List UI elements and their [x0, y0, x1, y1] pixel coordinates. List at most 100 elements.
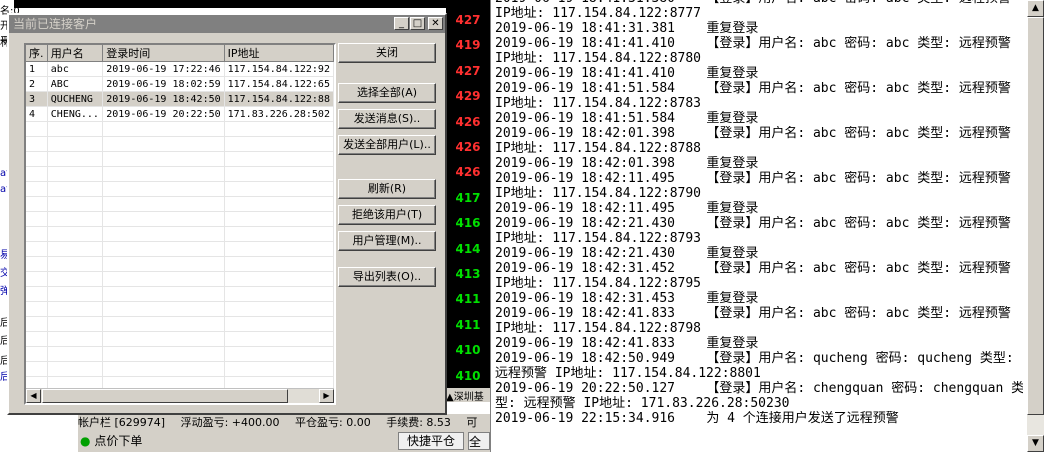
client-list[interactable]: 序. 用户名 登录时间 IP地址 1 abc 2019-06-19 17:22:…: [24, 43, 336, 405]
cell-time: 2019-06-19 18:42:50: [102, 91, 225, 107]
log-line: IP地址: 117.154.84.122:8783: [495, 96, 702, 111]
empty-row: [26, 241, 334, 257]
cell-no: 3: [26, 91, 48, 107]
minimize-icon[interactable]: _: [394, 17, 409, 30]
refresh-button[interactable]: 刷新(R): [338, 179, 436, 199]
scroll-right-icon[interactable]: ▶: [319, 389, 334, 403]
empty-row: [26, 211, 334, 227]
price-cell: 419: [455, 38, 481, 53]
scroll-up-icon[interactable]: ▲: [1027, 0, 1044, 17]
col-header-no[interactable]: 序.: [26, 45, 48, 62]
price-cell: 410: [455, 368, 481, 383]
log-line: 2019-06-19 18:42:01.398 重复登录: [495, 156, 759, 171]
cell-no: 2: [26, 76, 48, 92]
vertical-scrollbar[interactable]: ▲ ▼: [1027, 0, 1044, 452]
log-line: 2019-06-19 18:42:11.495 【登录】用户名: abc 密码:…: [495, 171, 1011, 186]
select-all-button[interactable]: 选择全部(A): [338, 83, 436, 103]
horizontal-scrollbar[interactable]: ◀ ▶: [26, 388, 334, 403]
cell-no: 1: [26, 61, 48, 77]
empty-row: [26, 256, 334, 272]
cell-user: CHENG...: [47, 106, 104, 122]
connected-clients-dialog: 当前已连接客户 _ □ ✕ 序. 用户名 登录时间 IP地址 1 abc 201…: [7, 13, 447, 415]
log-line: IP地址: 117.154.84.122:8793: [495, 231, 702, 246]
cell-user: abc: [47, 61, 104, 77]
price-cell: 413: [455, 267, 481, 281]
scroll-thumb[interactable]: [1027, 17, 1044, 415]
scroll-down-icon[interactable]: ▼: [1027, 435, 1044, 452]
log-line: 2019-06-19 18:42:21.430 重复登录: [495, 246, 759, 261]
price-cell: 427: [455, 63, 481, 78]
cell-time: 2019-06-19 20:22:50: [102, 106, 225, 122]
table-row[interactable]: 1 abc 2019-06-19 17:22:46 117.154.84.122…: [26, 61, 334, 77]
empty-row: [26, 271, 334, 287]
market-tab[interactable]: ▲深圳基: [446, 388, 490, 402]
bg-top-strip: [0, 0, 490, 8]
price-cell: 411: [455, 292, 481, 307]
col-header-user[interactable]: 用户名: [47, 45, 104, 62]
empty-row: [26, 331, 334, 347]
log-line: 2019-06-19 22:15:34.916 为 4 个连接用户发送了远程预警: [495, 411, 899, 426]
col-header-ip[interactable]: IP地址: [224, 45, 334, 62]
dialog-titlebar[interactable]: 当前已连接客户 _ □ ✕: [9, 15, 445, 33]
price-cell: 426: [455, 165, 481, 180]
empty-row: [26, 166, 334, 182]
send-message-button[interactable]: 发送消息(S)..: [338, 109, 436, 129]
click-order-tab[interactable]: ● 点价下单: [80, 432, 142, 450]
col-header-time[interactable]: 登录时间: [102, 45, 225, 62]
log-line: 2019-06-19 18:41:51.584 重复登录: [495, 111, 759, 126]
cell-user: QUCHENG: [47, 91, 104, 107]
price-cell: 426: [455, 140, 481, 154]
all-button[interactable]: 全: [468, 432, 490, 450]
empty-row: [26, 346, 334, 362]
log-line: 2019-06-19 18:42:41.833 【登录】用户名: abc 密码:…: [495, 306, 1011, 321]
log-line: 远程预警 IP地址: 117.154.84.122:8801: [495, 366, 761, 381]
log-line: 2019-06-19 18:42:01.398 【登录】用户名: abc 密码:…: [495, 126, 1011, 141]
price-column: 427 419 427 429 426 426 426 417 416 414 413 411 411 4…: [446, 0, 490, 390]
table-row[interactable]: 3 QUCHENG 2019-06-19 18:42:50 117.154.84…: [26, 91, 334, 107]
empty-row: [26, 196, 334, 212]
cell-time: 2019-06-19 18:02:59: [102, 76, 225, 92]
log-line: IP地址: 117.154.84.122:8788: [495, 141, 702, 156]
fast-close-button[interactable]: 快捷平仓: [398, 432, 464, 450]
empty-row: [26, 121, 334, 137]
scroll-left-icon[interactable]: ◀: [26, 389, 41, 403]
maximize-icon[interactable]: □: [410, 17, 425, 30]
price-cell: 429: [455, 89, 481, 104]
send-all-users-button[interactable]: 发送全部用户(L)..: [338, 135, 436, 155]
empty-row: [26, 361, 334, 377]
price-cell: 426: [455, 114, 481, 129]
log-line: 2019-06-19 18:42:41.833 重复登录: [495, 336, 759, 351]
scroll-thumb[interactable]: [42, 389, 288, 403]
account-status-bar: 帐户栏 [629974] 浮动盈亏: +400.00 平仓盈亏: 0.00 手续…: [78, 414, 490, 429]
table-row[interactable]: 4 CHENG... 2019-06-19 20:22:50 171.83.22…: [26, 106, 334, 122]
export-list-button[interactable]: 导出列表(O)..: [338, 267, 436, 287]
reject-user-button[interactable]: 拒绝该用户(T): [338, 205, 436, 225]
price-cell: 410: [455, 343, 481, 358]
cell-ip: 117.154.84.122:65: [224, 76, 334, 92]
list-header: 序. 用户名 登录时间 IP地址: [26, 45, 334, 62]
log-line: 2019-06-19 18:42:21.430 【登录】用户名: abc 密码:…: [495, 216, 1011, 231]
log-line: 2019-06-19 18:42:50.949 【登录】用户名: qucheng…: [495, 351, 1014, 366]
log-line: 2019-06-19 18:42:31.452 【登录】用户名: abc 密码:…: [495, 261, 1011, 276]
log-text: 2019-06-19 18:41:31.380 【登录】用户名: abc 密码:…: [495, 0, 1023, 426]
log-line: IP地址: 117.154.84.122:8780: [495, 51, 702, 66]
price-cell: 427: [455, 13, 481, 27]
log-line: 2019-06-19 18:42:31.453 重复登录: [495, 291, 759, 306]
dialog-title: 当前已连接客户: [13, 17, 98, 31]
log-line: IP地址: 117.154.84.122:8795: [495, 276, 702, 291]
empty-row: [26, 286, 334, 302]
log-line: 型: 远程预警 IP地址: 171.83.226.28:50230: [495, 396, 790, 411]
log-line: IP地址: 117.154.84.122:8790: [495, 186, 702, 201]
log-line: 2019-06-19 18:41:41.410 重复登录: [495, 66, 759, 81]
price-cell: 411: [455, 317, 481, 332]
log-line: 2019-06-19 18:41:51.584 【登录】用户名: abc 密码:…: [495, 81, 1011, 96]
user-management-button[interactable]: 用户管理(M)..: [338, 231, 436, 251]
log-line: 2019-06-19 20:22:50.127 【登录】用户名: chengqu…: [495, 381, 1023, 396]
log-panel[interactable]: 2019-06-19 18:41:31.380 【登录】用户名: abc 密码:…: [490, 0, 1044, 452]
close-icon[interactable]: ✕: [428, 17, 443, 30]
empty-row: [26, 181, 334, 197]
close-button[interactable]: 关闭: [338, 43, 436, 63]
empty-row: [26, 316, 334, 332]
cell-ip: 117.154.84.122:92: [224, 61, 334, 77]
table-row[interactable]: 2 ABC 2019-06-19 18:02:59 117.154.84.122…: [26, 76, 334, 92]
